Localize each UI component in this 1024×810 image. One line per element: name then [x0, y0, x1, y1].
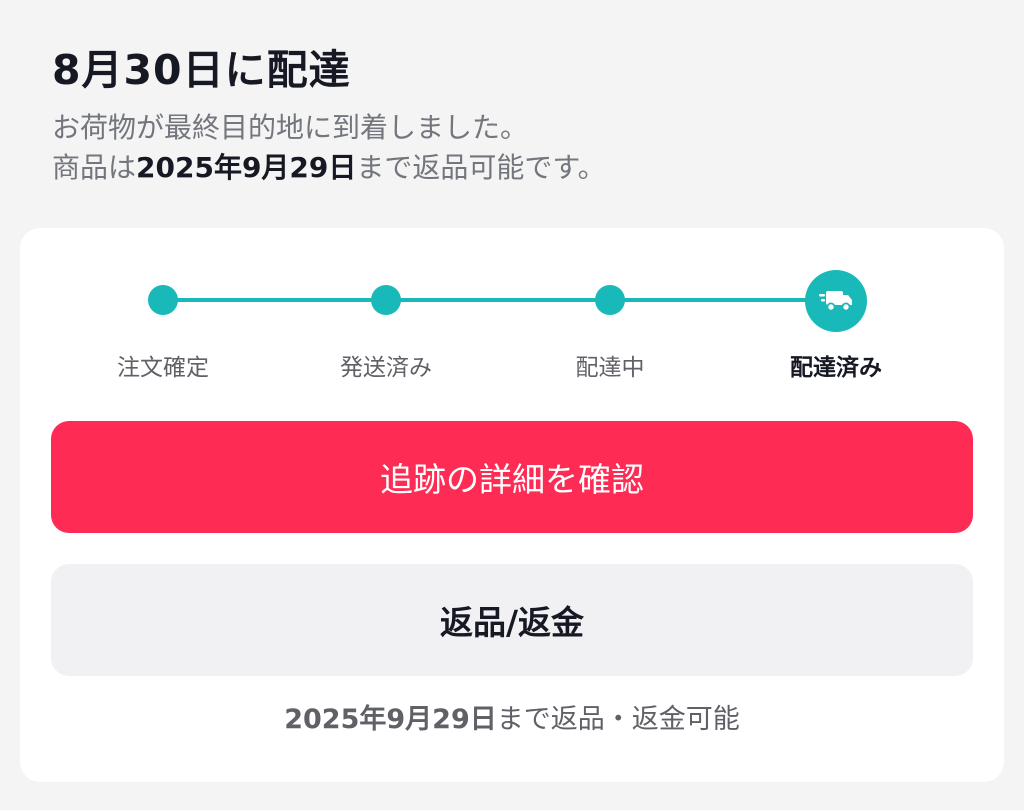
return-refund-deadline-date: 2025年9月29日	[284, 704, 497, 735]
step-label-delivered: 配達済み	[790, 355, 882, 381]
progress-track-line	[164, 298, 836, 302]
step-dot-order-confirmed	[148, 285, 178, 315]
arrival-message: お荷物が最終目的地に到着しました。	[52, 111, 529, 144]
step-label-order-confirmed: 注文確定	[117, 355, 209, 381]
return-deadline-date: 2025年9月29日	[136, 151, 357, 184]
return-deadline-message: 商品は2025年9月29日まで返品可能です。	[52, 148, 606, 188]
page-title: 8月30日に配達	[52, 46, 351, 94]
view-tracking-details-button[interactable]: 追跡の詳細を確認	[51, 421, 973, 533]
return-deadline-suffix: まで返品可能です。	[356, 151, 606, 184]
return-refund-button[interactable]: 返品/返金	[51, 564, 973, 676]
return-refund-deadline-suffix: まで返品・返金可能	[496, 704, 740, 735]
return-refund-deadline-note: 2025年9月29日まで返品・返金可能	[20, 697, 1004, 736]
order-status-card: 注文確定 発送済み 配達中 配達済み 追跡の詳細を確認 返品/返金 2025年9…	[20, 228, 1004, 782]
delivery-truck-icon	[805, 270, 867, 332]
truck-glyph	[819, 291, 852, 312]
return-deadline-prefix: 商品は	[52, 151, 137, 184]
delivery-status-text: お荷物が最終目的地に到着しました。 商品は2025年9月29日まで返品可能です。	[52, 108, 606, 188]
step-label-shipped: 発送済み	[340, 355, 432, 381]
step-dot-shipped	[371, 285, 401, 315]
step-label-in-transit: 配達中	[575, 355, 645, 381]
step-dot-in-transit	[595, 285, 625, 315]
